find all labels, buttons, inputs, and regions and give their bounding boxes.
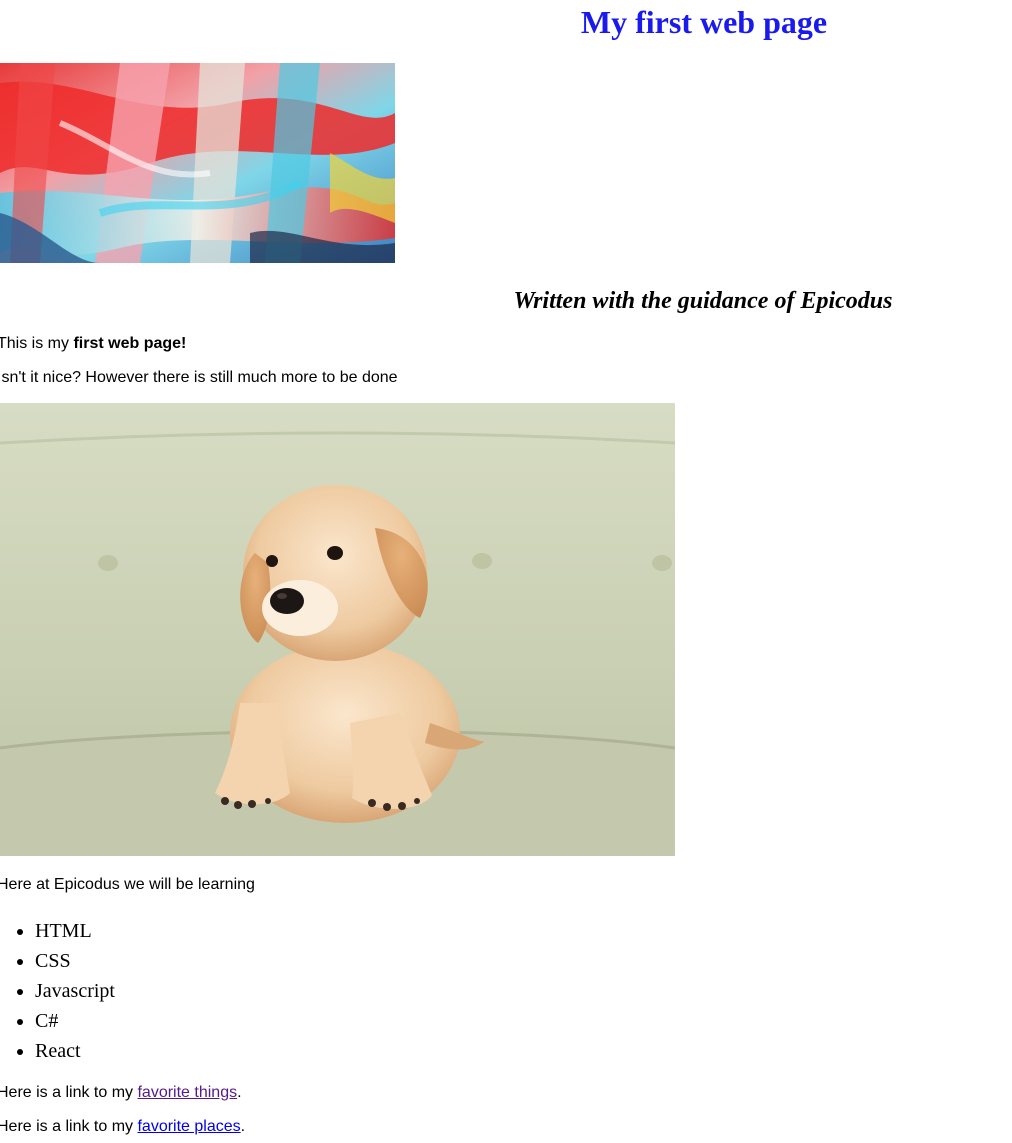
topics-list: HTML CSS Javascript C# React: [0, 916, 115, 1066]
link-suffix: .: [240, 1118, 246, 1135]
link-prefix: Here is a link to my: [0, 1118, 138, 1135]
intro-text: This is my: [0, 335, 74, 352]
list-item: Javascript: [35, 976, 115, 1006]
puppy-image: [0, 403, 675, 856]
intro-bold-text: first web page!: [73, 335, 187, 352]
page-title: My first web page: [580, 4, 828, 40]
favorite-things-paragraph: Here is a link to my favorite things.: [0, 1083, 242, 1103]
learning-intro: Here at Epicodus we will be learning: [0, 876, 255, 893]
hero-image: [0, 63, 395, 263]
list-item: CSS: [35, 946, 115, 976]
subtitle: Written with the guidance of Epicodus: [513, 288, 893, 314]
link-suffix: .: [237, 1084, 242, 1101]
list-item: HTML: [35, 916, 115, 946]
favorite-things-link[interactable]: favorite things: [137, 1084, 237, 1101]
link-prefix: Here is a link to my: [0, 1084, 138, 1101]
favorite-places-link[interactable]: favorite places: [137, 1118, 240, 1135]
list-item: React: [35, 1036, 115, 1066]
nice-paragraph: Isn't it nice? However there is still mu…: [0, 369, 398, 386]
intro-paragraph: This is my first web page!: [0, 334, 186, 354]
list-item: C#: [35, 1006, 115, 1036]
favorite-places-paragraph: Here is a link to my favorite places.: [0, 1117, 245, 1137]
